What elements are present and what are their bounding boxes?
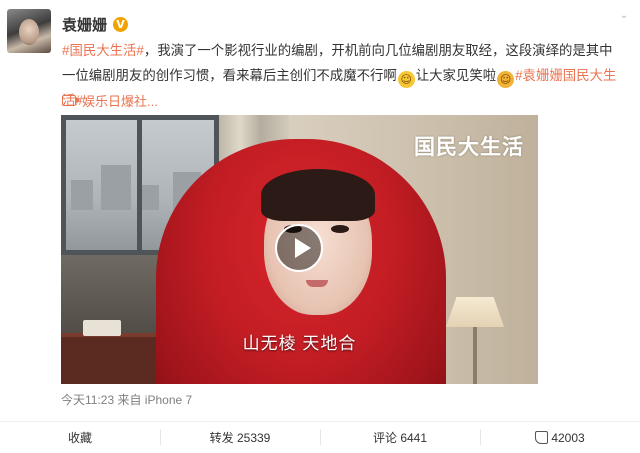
video-source-link[interactable]: 娱乐日爆社... xyxy=(62,91,158,109)
video-source-label[interactable]: 娱乐日爆社... xyxy=(82,91,158,110)
pray-emoji-icon: ☺ xyxy=(497,71,515,88)
video-watermark: 国民大生活 xyxy=(414,134,524,159)
like-count: 42003 xyxy=(551,430,585,445)
play-button[interactable] xyxy=(275,224,323,272)
video-player[interactable]: 国民大生活 山无棱 天地合 xyxy=(61,115,538,384)
avatar[interactable] xyxy=(7,9,51,53)
like-button[interactable]: 42003 xyxy=(480,422,640,453)
repost-button[interactable]: 转发 25339 xyxy=(160,422,320,453)
collect-button[interactable]: 收藏 xyxy=(0,422,160,453)
comment-label: 评论 6441 xyxy=(372,431,428,445)
video-subtitle: 山无棱 天地合 xyxy=(242,334,357,353)
chevron-down-icon[interactable]: ⌄ xyxy=(617,10,631,24)
verified-icon: V xyxy=(113,16,129,32)
action-bar: 收藏 转发 25339 评论 6441 42003 xyxy=(0,421,640,453)
hashtag-link[interactable]: #国民大生活# xyxy=(62,43,144,58)
thumb-up-icon xyxy=(535,431,549,444)
laugh-emoji-icon: ☺ xyxy=(397,71,415,88)
author-row: 袁姗姗 V xyxy=(62,14,129,35)
post-time-source[interactable]: 今天11:23 来自 iPhone 7 xyxy=(61,391,192,408)
author-name[interactable]: 袁姗姗 xyxy=(62,14,107,35)
comment-button[interactable]: 评论 6441 xyxy=(320,422,480,453)
post-body-2: 让大家见笑啦 xyxy=(415,68,497,83)
video-camera-icon xyxy=(62,94,80,106)
collect-label: 收藏 xyxy=(67,431,92,445)
repost-label: 转发 25339 xyxy=(209,431,271,445)
